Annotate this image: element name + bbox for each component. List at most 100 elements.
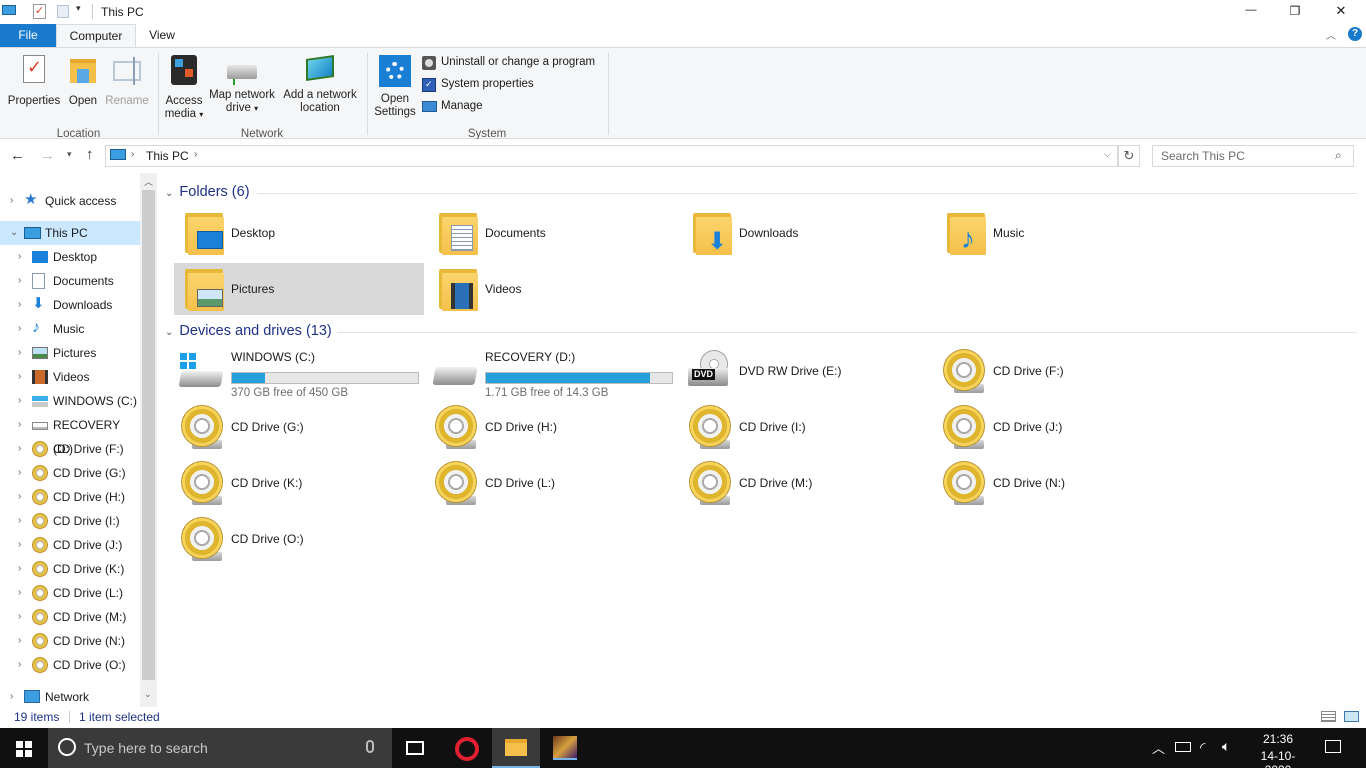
sidebar-item[interactable]: › ♪ Music [0, 317, 140, 341]
drive-tile[interactable]: CD Drive (F:) [936, 345, 1186, 397]
address-bar[interactable]: › This PC › ⌵ [105, 145, 1118, 167]
drive-tile[interactable]: CD Drive (N:) [936, 457, 1186, 509]
drives-section-header[interactable]: ⌄ Devices and drives (13) [165, 323, 332, 345]
chevron-right-icon[interactable]: › [18, 341, 21, 365]
breadcrumb-this-pc[interactable]: This PC [146, 149, 189, 163]
drive-tile[interactable]: CD Drive (O:) [174, 513, 424, 565]
add-network-location-button[interactable]: Add a network location [279, 53, 361, 117]
back-button[interactable]: ← [10, 147, 25, 164]
sidebar-item[interactable]: › CD Drive (L:) [0, 581, 140, 605]
chevron-right-icon[interactable]: › [18, 437, 21, 461]
access-media-button[interactable]: Access media ▾ [162, 53, 206, 120]
chevron-down-icon[interactable]: ⌄ [165, 327, 173, 338]
chevron-right-icon[interactable]: › [18, 461, 21, 485]
large-icons-view-icon[interactable] [1344, 711, 1359, 722]
scrollbar-thumb[interactable] [142, 190, 155, 680]
sidebar-item[interactable]: › CD Drive (K:) [0, 557, 140, 581]
folder-tile[interactable]: ♪ Music [936, 207, 1186, 259]
properties-quick-icon[interactable]: ✓ [33, 4, 46, 19]
sidebar-item-network[interactable]: › Network [0, 685, 140, 709]
drive-tile[interactable]: WINDOWS (C:) 370 GB free of 450 GB [174, 345, 424, 399]
folder-tile[interactable]: Documents [428, 207, 678, 259]
clock-time[interactable]: 21:36 [1252, 732, 1304, 746]
refresh-button[interactable]: ↻ [1118, 145, 1140, 167]
search-box[interactable]: Search This PC ⌕ [1152, 145, 1354, 167]
sidebar-item[interactable]: › Desktop [0, 245, 140, 269]
address-dropdown-icon[interactable]: ⌵ [1104, 149, 1111, 160]
sidebar-item[interactable]: › CD Drive (I:) [0, 509, 140, 533]
sidebar-item[interactable]: › CD Drive (G:) [0, 461, 140, 485]
game-app-icon[interactable] [553, 736, 577, 760]
volume-icon[interactable]: 🔈︎ [1222, 738, 1230, 755]
chevron-right-icon[interactable]: › [18, 509, 21, 533]
opera-icon[interactable] [455, 737, 479, 761]
scroll-down-icon[interactable]: ⌄ [144, 689, 152, 700]
folder-tile[interactable]: Pictures [174, 263, 424, 315]
chevron-right-icon[interactable]: › [18, 629, 21, 653]
search-input[interactable]: Search This PC [1161, 149, 1245, 163]
properties-button[interactable]: ✓ Properties [4, 53, 64, 113]
folders-section-header[interactable]: ⌄ Folders (6) [165, 184, 250, 206]
drive-tile[interactable]: CD Drive (L:) [428, 457, 678, 509]
drive-tile[interactable]: RECOVERY (D:) 1.71 GB free of 14.3 GB [428, 345, 678, 399]
chevron-right-icon[interactable]: › [18, 317, 21, 341]
tab-view[interactable]: View [136, 24, 188, 47]
drive-tile[interactable]: DVD DVD RW Drive (E:) [682, 345, 932, 397]
chevron-right-icon[interactable]: › [18, 653, 21, 677]
sidebar-item[interactable]: › CD Drive (J:) [0, 533, 140, 557]
tab-computer[interactable]: Computer [56, 24, 136, 48]
drive-tile[interactable]: CD Drive (G:) [174, 401, 424, 453]
show-hidden-icons-icon[interactable]: ︿ [1152, 738, 1165, 757]
sidebar-item[interactable]: › RECOVERY (D:) [0, 413, 140, 456]
chevron-right-icon[interactable]: › [18, 245, 21, 269]
open-button[interactable]: Open [63, 53, 103, 113]
sidebar-item[interactable]: › CD Drive (O:) [0, 653, 140, 677]
help-icon[interactable]: ? [1348, 27, 1362, 41]
chevron-right-icon[interactable]: › [18, 533, 21, 557]
uninstall-program-button[interactable]: Uninstall or change a program [422, 55, 608, 73]
chevron-right-icon[interactable]: › [18, 269, 21, 293]
chevron-right-icon[interactable]: › [18, 413, 21, 437]
chevron-right-icon[interactable]: › [18, 365, 21, 389]
drive-tile[interactable]: CD Drive (K:) [174, 457, 424, 509]
map-network-drive-button[interactable]: Map network drive ▾ [206, 53, 278, 117]
recent-locations-dropdown-icon[interactable]: ▾ [67, 149, 72, 160]
tab-file[interactable]: File [0, 24, 56, 47]
sidebar-item[interactable]: › WINDOWS (C:) [0, 389, 140, 413]
sidebar-item[interactable]: › Documents [0, 269, 140, 293]
sidebar-item-quick-access[interactable]: › ★ Quick access [0, 189, 140, 213]
chevron-right-icon[interactable]: › [18, 389, 21, 413]
sidebar-item[interactable]: › CD Drive (H:) [0, 485, 140, 509]
sidebar-item[interactable]: › CD Drive (N:) [0, 629, 140, 653]
chevron-right-icon[interactable]: › [18, 605, 21, 629]
sidebar-item[interactable]: › CD Drive (M:) [0, 605, 140, 629]
sidebar-item[interactable]: › CD Drive (F:) [0, 437, 140, 461]
details-view-icon[interactable] [1321, 711, 1336, 722]
folder-tile[interactable]: ⬇ Downloads [682, 207, 932, 259]
microphone-icon[interactable] [366, 740, 374, 753]
taskbar-search-input[interactable]: Type here to search [84, 740, 208, 756]
customize-quick-access-dropdown-icon[interactable]: ▾ [76, 3, 81, 14]
taskbar-search-box[interactable]: Type here to search [48, 728, 392, 768]
wifi-icon[interactable]: ◜ [1200, 739, 1205, 756]
clock-date[interactable]: 14-10-2020 [1248, 749, 1308, 777]
rename-button[interactable]: Rename [104, 53, 150, 113]
chevron-right-icon[interactable]: › [18, 485, 21, 509]
new-folder-quick-icon[interactable] [57, 5, 69, 18]
up-button[interactable]: ↑ [86, 146, 94, 163]
collapse-ribbon-icon[interactable]: ︿ [1326, 27, 1336, 42]
restore-button[interactable]: ❐ [1272, 0, 1318, 22]
chevron-right-icon[interactable]: › [18, 557, 21, 581]
battery-icon[interactable] [1175, 742, 1191, 752]
minimize-button[interactable]: — [1228, 0, 1274, 22]
scroll-up-icon[interactable]: ︿ [144, 175, 153, 188]
chevron-right-icon[interactable]: › [18, 293, 21, 317]
notification-icon[interactable] [1325, 740, 1341, 753]
forward-button[interactable]: → [40, 147, 55, 164]
chevron-right-icon[interactable]: › [10, 685, 13, 709]
open-settings-button[interactable]: Open Settings [372, 53, 418, 118]
drive-tile[interactable]: CD Drive (M:) [682, 457, 932, 509]
start-button[interactable] [0, 728, 48, 768]
sidebar-item[interactable]: › Videos [0, 365, 140, 389]
task-view-icon[interactable] [406, 741, 424, 755]
